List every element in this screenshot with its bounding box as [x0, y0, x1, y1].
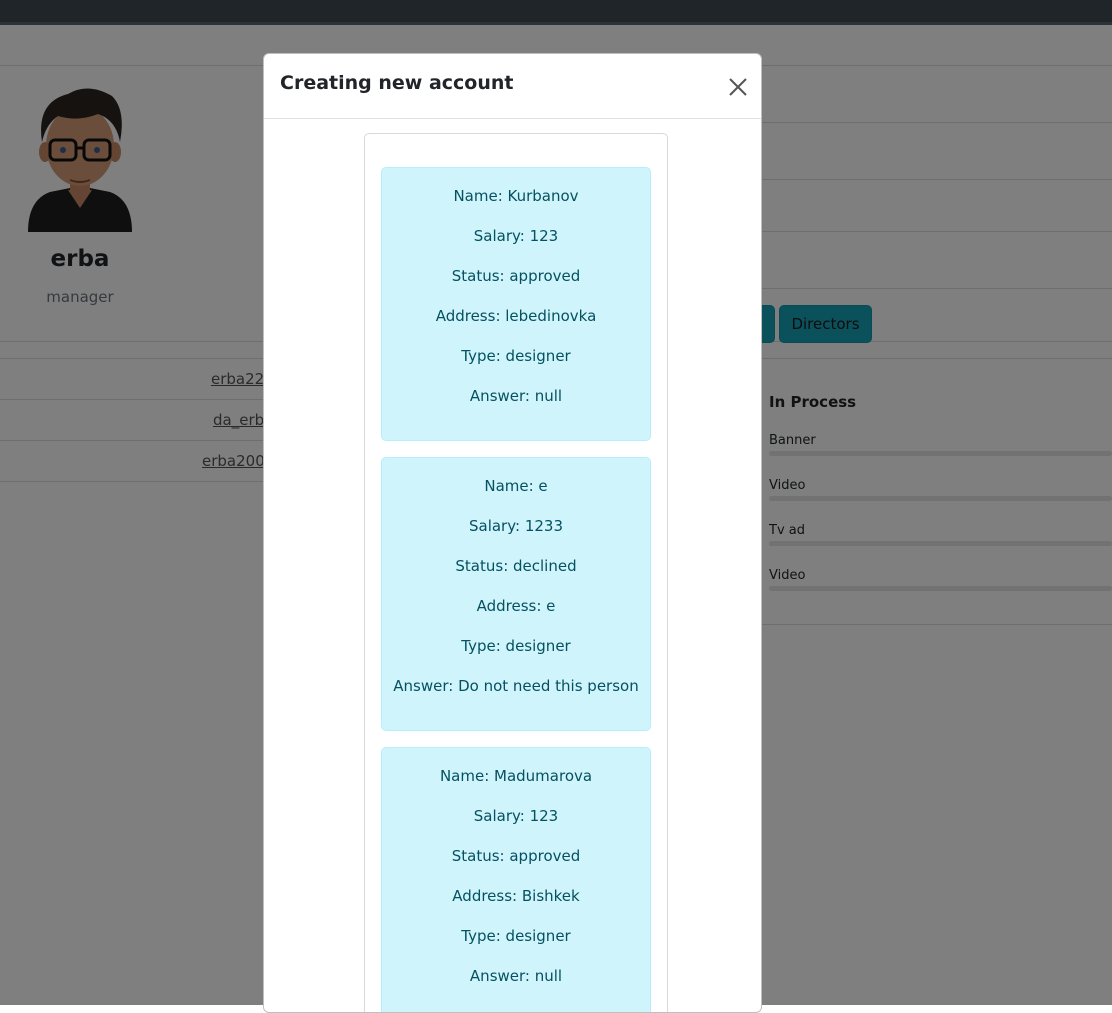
applicant-type: Type: designer — [461, 637, 571, 655]
applicant-address: Address: lebedinovka — [435, 307, 597, 325]
applicant-answer: Answer: null — [469, 387, 563, 405]
applicant-card: Name: Kurbanov Salary: 123 Status: appro… — [381, 167, 651, 441]
applicants-list: Name: Kurbanov Salary: 123 Status: appro… — [364, 133, 668, 1012]
applicant-answer: Answer: Do not need this person — [393, 677, 639, 695]
modal-header: Creating new account — [264, 54, 761, 119]
applicant-salary: Salary: 1233 — [468, 517, 564, 535]
applicant-card: Name: Madumarova Salary: 123 Status: app… — [381, 747, 651, 1012]
close-icon[interactable] — [725, 74, 751, 100]
applicant-card: Name: e Salary: 1233 Status: declined Ad… — [381, 457, 651, 731]
applicant-status: Status: declined — [455, 557, 577, 575]
applicant-answer: Answer: null — [469, 967, 563, 985]
applicant-address: Address: Bishkek — [452, 887, 580, 905]
applicant-salary: Salary: 123 — [473, 227, 559, 245]
applicant-status: Status: approved — [451, 267, 581, 285]
applicant-address: Address: e — [476, 597, 556, 615]
applicant-status: Status: approved — [451, 847, 581, 865]
applicant-name: Name: e — [484, 477, 548, 495]
create-account-modal: Creating new account Name: Kurbanov Sala… — [263, 53, 762, 1013]
applicant-name: Name: Madumarova — [439, 767, 593, 785]
applicant-type: Type: designer — [461, 347, 571, 365]
applicant-type: Type: designer — [461, 927, 571, 945]
applicant-name: Name: Kurbanov — [453, 187, 579, 205]
modal-title: Creating new account — [280, 72, 514, 94]
applicant-salary: Salary: 123 — [473, 807, 559, 825]
